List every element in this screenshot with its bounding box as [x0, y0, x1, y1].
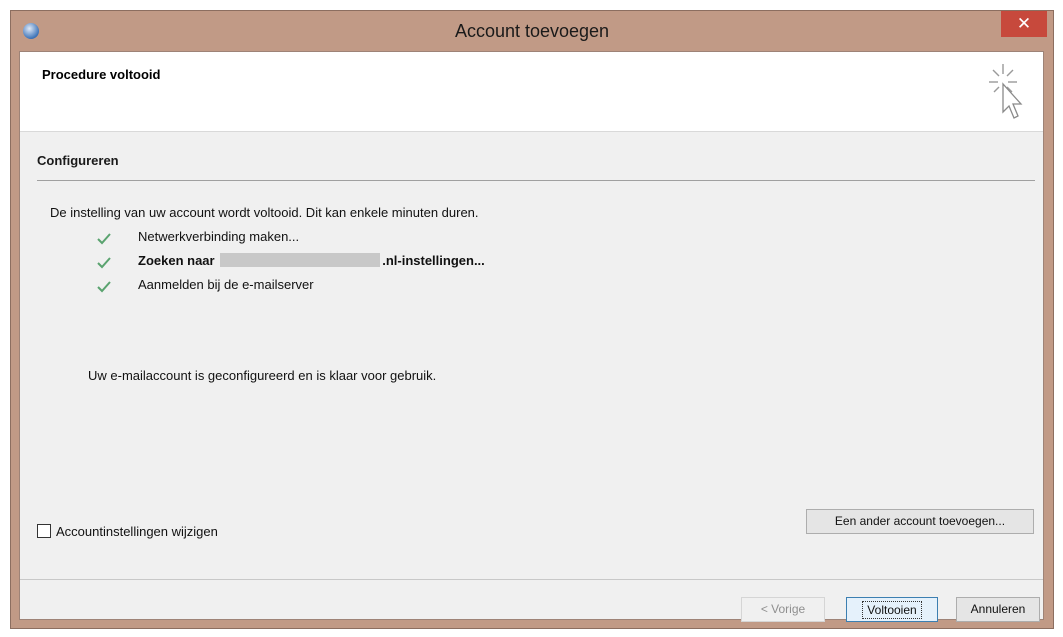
- section-title: Configureren: [37, 153, 119, 168]
- footer-divider: [20, 579, 1043, 580]
- check-icon: [97, 281, 111, 293]
- step-label: Netwerkverbinding maken...: [138, 229, 300, 244]
- close-button[interactable]: ✕: [1001, 11, 1047, 37]
- wizard-cursor-icon: [989, 64, 1023, 119]
- dialog-window: Account toevoegen ✕ Procedure voltooid C…: [10, 10, 1054, 629]
- wizard-header: Procedure voltooid: [20, 52, 1043, 132]
- change-settings-checkbox[interactable]: [37, 524, 51, 538]
- window-title: Account toevoegen: [454, 21, 610, 41]
- finish-label[interactable]: Voltooien: [862, 601, 922, 619]
- add-another-account-button[interactable]: Een ander account toevoegen...: [806, 509, 1034, 534]
- step-label-suffix: .nl-instellingen...: [382, 253, 485, 268]
- section-divider: [37, 180, 1035, 181]
- change-settings-label[interactable]: Accountinstellingen wijzigen: [56, 524, 218, 539]
- intro-text: De instelling van uw account wordt volto…: [50, 205, 479, 220]
- check-icon: [97, 257, 111, 269]
- cancel-button[interactable]: Annuleren: [956, 597, 1040, 622]
- step-label: Aanmelden bij de e-mailserver: [138, 277, 314, 292]
- redacted-domain: [220, 253, 381, 267]
- step-label: Zoeken naar .nl-instellingen...: [138, 252, 485, 270]
- step-label-prefix: Zoeken naar: [138, 253, 215, 268]
- dialog-body: Procedure voltooid Configureren De inste…: [19, 51, 1044, 622]
- previous-button[interactable]: < Vorige: [741, 597, 825, 622]
- page-title: Procedure voltooid: [42, 67, 161, 82]
- check-icon: [97, 233, 111, 245]
- completion-message: Uw e-mailaccount is geconfigureerd en is…: [88, 368, 437, 383]
- finish-button[interactable]: Voltooien: [846, 597, 938, 622]
- title-bar[interactable]: Account toevoegen ✕: [11, 11, 1053, 51]
